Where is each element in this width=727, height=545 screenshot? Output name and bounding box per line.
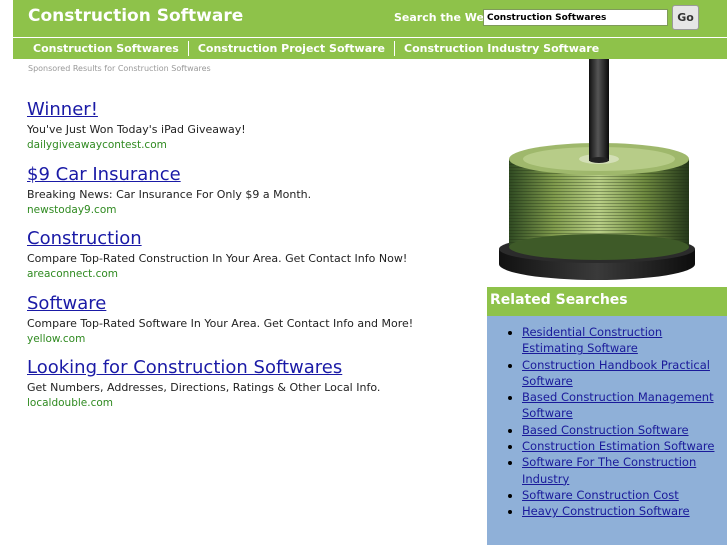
related-search-link[interactable]: Software For The Construction Industry xyxy=(522,455,696,485)
site-title[interactable]: Construction Software xyxy=(28,6,243,26)
search-label: Search the Web: xyxy=(394,11,497,24)
related-searches-header: Related Searches xyxy=(487,287,727,316)
related-search-link[interactable]: Construction Handbook Practical Software xyxy=(522,358,710,388)
ad-title-link[interactable]: Construction xyxy=(27,228,407,250)
related-search-link[interactable]: Residential Construction Estimating Soft… xyxy=(522,325,662,355)
page-frame: Construction Software Search the Web: Go… xyxy=(13,0,727,545)
nav-item-construction-industry-software[interactable]: Construction Industry Software xyxy=(395,42,608,55)
list-item: Software Construction Cost xyxy=(522,487,722,503)
ad-description: You've Just Won Today's iPad Giveaway! xyxy=(27,123,246,136)
related-searches-title: Related Searches xyxy=(490,292,628,308)
ad-description: Compare Top-Rated Construction In Your A… xyxy=(27,252,408,265)
related-search-link[interactable]: Construction Estimation Software xyxy=(522,439,714,453)
related-search-link[interactable]: Software Construction Cost xyxy=(522,488,679,502)
ad-description: Breaking News: Car Insurance For Only $9… xyxy=(27,188,312,201)
related-searches-panel: Residential Construction Estimating Soft… xyxy=(487,316,727,545)
cd-spindle-image xyxy=(487,59,713,287)
ad-listing: Software Compare Top-Rated Software In Y… xyxy=(27,293,413,346)
ad-url-link[interactable]: dailygiveawaycontest.com xyxy=(27,138,246,152)
ad-url-link[interactable]: localdouble.com xyxy=(27,396,380,410)
nav-bar: Construction Softwares Construction Proj… xyxy=(13,38,727,59)
ad-description: Compare Top-Rated Software In Your Area.… xyxy=(27,317,414,330)
cd-spindle-illustration xyxy=(487,59,713,287)
list-item: Based Construction Management Software xyxy=(522,389,722,422)
search-input[interactable] xyxy=(483,9,668,26)
ad-url-link[interactable]: yellow.com xyxy=(27,332,413,346)
list-item: Heavy Construction Software xyxy=(522,503,722,519)
list-item: Construction Estimation Software xyxy=(522,438,722,454)
ad-listing: Construction Compare Top-Rated Construct… xyxy=(27,228,407,281)
nav-item-construction-softwares[interactable]: Construction Softwares xyxy=(13,42,188,55)
go-button[interactable]: Go xyxy=(672,5,699,30)
header-bar: Construction Software Search the Web: Go xyxy=(13,0,727,37)
ad-listing: $9 Car Insurance Breaking News: Car Insu… xyxy=(27,164,311,217)
ad-title-link[interactable]: Looking for Construction Softwares xyxy=(27,357,380,379)
list-item: Software For The Construction Industry xyxy=(522,454,722,487)
sponsored-label: Sponsored Results for Construction Softw… xyxy=(28,64,211,73)
ad-url-link[interactable]: newstoday9.com xyxy=(27,203,311,217)
list-item: Based Construction Software xyxy=(522,422,722,438)
nav-item-construction-project-software[interactable]: Construction Project Software xyxy=(189,42,394,55)
related-search-link[interactable]: Based Construction Management Software xyxy=(522,390,714,420)
ad-title-link[interactable]: Winner! xyxy=(27,99,246,121)
ad-title-link[interactable]: $9 Car Insurance xyxy=(27,164,311,186)
ad-description: Get Numbers, Addresses, Directions, Rati… xyxy=(27,381,381,394)
related-search-link[interactable]: Based Construction Software xyxy=(522,423,689,437)
ad-url-link[interactable]: areaconnect.com xyxy=(27,267,407,281)
list-item: Residential Construction Estimating Soft… xyxy=(522,324,722,357)
ad-listing: Winner! You've Just Won Today's iPad Giv… xyxy=(27,99,246,152)
ad-title-link[interactable]: Software xyxy=(27,293,413,315)
ad-listing: Looking for Construction Softwares Get N… xyxy=(27,357,380,410)
related-searches-list: Residential Construction Estimating Soft… xyxy=(487,324,722,520)
list-item: Construction Handbook Practical Software xyxy=(522,357,722,390)
related-search-link[interactable]: Heavy Construction Software xyxy=(522,504,690,518)
